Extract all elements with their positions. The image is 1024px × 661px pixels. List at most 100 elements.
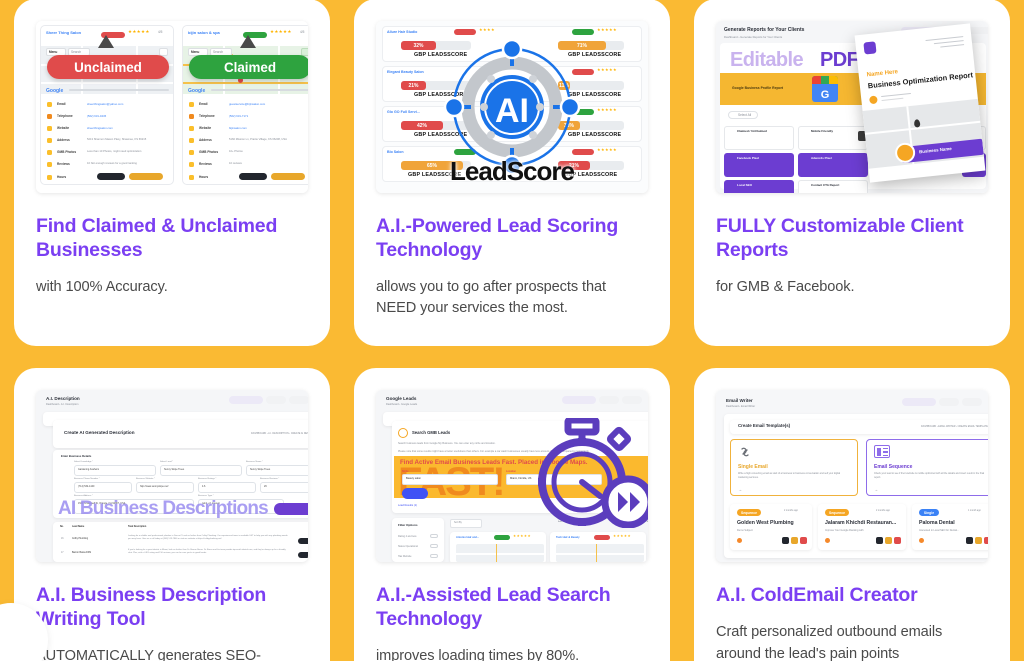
mini-nav-support[interactable] xyxy=(622,396,642,405)
mini-page-title: Email Writer xyxy=(726,398,753,404)
field-value: 26 xyxy=(264,485,267,489)
svg-text:AI: AI xyxy=(495,92,529,130)
google-brand-letter: G xyxy=(820,89,830,101)
google-logo-right: Google xyxy=(188,88,206,94)
mini-nav-my-acc[interactable] xyxy=(266,396,286,405)
field-label: Business Name * xyxy=(246,461,263,464)
mini-closed-button-left[interactable] xyxy=(97,173,125,180)
search-button[interactable] xyxy=(402,488,428,500)
mini-nav-ai-credits[interactable] xyxy=(562,396,596,405)
mini-card-title: Create Email Template(s) xyxy=(738,423,791,429)
template-edit-button[interactable] xyxy=(975,537,982,545)
table-cell-description: If you're looking for a great dentist in… xyxy=(128,549,286,555)
mini-nav-my-acc[interactable] xyxy=(939,398,959,407)
table-header: Lead Name xyxy=(72,526,85,529)
filter-toggle[interactable] xyxy=(430,544,438,549)
mini-card-title: Search GMB Leads xyxy=(412,430,451,436)
mini-add-to-leads-button-left[interactable] xyxy=(129,173,163,180)
report-option-tile-active[interactable] xyxy=(724,180,794,193)
feature-card-ai-assisted-lead-search-technology[interactable]: Google Leads Dashboard › Google Leads Se… xyxy=(354,368,670,661)
table-cell-lead: Colby Plumbing xyxy=(72,538,89,541)
mini-rating-stars-left: ★★★★★ xyxy=(128,29,150,34)
feature-card-find-claimed-unclaimed-businesses[interactable]: Sheer Thing Salon ★★★★★ 4/5 Menu Search xyxy=(14,0,330,347)
template-subject: Interested in Local SEO for Dental... xyxy=(919,529,960,533)
lead-name: Blo Salon xyxy=(387,150,404,154)
mini-nav-ai-credits[interactable] xyxy=(229,396,263,405)
google-business-profile-icon: G xyxy=(812,76,838,102)
mini-nav-ai-credits[interactable] xyxy=(902,398,936,407)
field-value: (714) 532-1440 xyxy=(78,485,95,489)
mini-closed-button-right[interactable] xyxy=(239,173,267,180)
location-input-value: Miami, Florida, US xyxy=(510,477,532,481)
table-header: Task Description xyxy=(128,526,147,529)
result-card-name: Tash Hair & Beauty xyxy=(556,536,580,540)
feature-description: AUTOMATICALLY generates SEO-optimized bu… xyxy=(36,647,261,661)
feature-description: with 100% Accuracy. xyxy=(36,278,168,295)
lead-rating-stars-right: ★★★★★ xyxy=(597,67,617,72)
mini-breadcrumb: Dashboard › A.I. Description xyxy=(46,403,79,407)
template-age: 1 month ago xyxy=(968,510,981,513)
template-subject: Demo Subject xyxy=(737,529,753,533)
business-ratings-field[interactable] xyxy=(198,482,256,494)
template-age: 2 months ago xyxy=(876,510,890,513)
field-value: Sunny Slope Trees xyxy=(250,468,271,472)
feature-card-fully-customizable-client-reports[interactable]: Generate Reports for Your Clients Dashbo… xyxy=(694,0,1010,347)
template-edit-button[interactable] xyxy=(791,537,798,545)
lead-score-bar: 21% xyxy=(401,81,426,90)
feature-title: A.I. Business Description Writing Tool xyxy=(36,584,267,631)
result-card-stars: ★★★★★ xyxy=(613,534,632,539)
template-delete-button[interactable] xyxy=(800,537,807,545)
feature-card-ai-coldemail-creator[interactable]: Email Writer Dashboard › Email Writer Hi… xyxy=(694,368,1010,661)
niche-input-value: Beauty salon xyxy=(406,477,421,481)
template-view-button[interactable] xyxy=(966,537,973,545)
lead-rating-stars-right: ★★★★★ xyxy=(597,27,617,32)
template-tag: Single xyxy=(919,509,939,516)
template-delete-button[interactable] xyxy=(984,537,988,545)
filter-toggle[interactable] xyxy=(430,554,438,559)
field-value: Sunny Slope Trees xyxy=(164,468,185,472)
mini-nav-my-acc[interactable] xyxy=(599,396,619,405)
pointer-triangle-right xyxy=(240,35,256,48)
template-view-button[interactable] xyxy=(782,537,789,545)
mini-breadcrumb: Dashboard › Generate Reports for Your Cl… xyxy=(724,35,783,39)
template-view-button[interactable] xyxy=(876,537,883,545)
thumbnail-google-leads-fast-search-screenshot: Google Leads Dashboard › Google Leads Se… xyxy=(376,390,648,563)
mini-page-title: Google Leads xyxy=(386,396,417,402)
feature-card-ai-business-description-writing-tool[interactable]: A.I. Description Dashboard › A.I. Descri… xyxy=(14,368,330,661)
select-all-label: Select All xyxy=(738,113,752,117)
business-reviews-field[interactable] xyxy=(260,482,308,494)
report-type-label: Google Business Profile Report xyxy=(732,86,784,90)
edit-button[interactable] xyxy=(298,538,308,545)
mini-listing-panel-right: bijin salon & spa ★★★★★ 4/5 Menu Search … xyxy=(182,25,308,185)
generate-description-button[interactable] xyxy=(274,503,308,516)
mini-breadcrumb: Dashboard › Google Leads xyxy=(386,403,418,407)
feature-title: FULLY Customizable Client Reports xyxy=(716,215,964,261)
stopwatch-icon xyxy=(536,416,648,533)
report-option-tile-active[interactable] xyxy=(798,153,868,177)
email-sequence-title: Email Sequence xyxy=(874,464,913,471)
load-results-link[interactable]: Load Results (1) xyxy=(398,504,417,507)
search-field-label: Niche xyxy=(402,470,409,474)
template-name: Paloma Dental xyxy=(919,520,955,527)
mini-nav-support[interactable] xyxy=(289,396,308,405)
field-label: Business Address * xyxy=(74,495,93,498)
feature-description: improves loading times by 80%. xyxy=(376,647,580,661)
feature-card-ai-powered-lead-scoring-technology[interactable]: Allure Hair Studio ★★★★ 32% GBP LEADSSCO… xyxy=(354,0,670,347)
result-card-name: Antonio Hair and... xyxy=(456,536,480,540)
template-delete-button[interactable] xyxy=(894,537,901,545)
field-label: Business Ratings * xyxy=(198,478,217,481)
edit-button[interactable] xyxy=(298,552,308,559)
mini-nav-support[interactable] xyxy=(962,398,982,407)
filter-toggle[interactable] xyxy=(430,534,438,539)
single-email-title: Single Email xyxy=(738,464,768,471)
feature-description: allows you to go after prospects that NE… xyxy=(376,278,606,317)
mini-page-title: Generate Reports for Your Clients xyxy=(724,27,805,33)
mini-rating-stars-right: ★★★★★ xyxy=(270,29,292,34)
mini-add-to-leads-button-right[interactable] xyxy=(271,173,305,180)
report-option-tile-active[interactable] xyxy=(724,153,794,177)
feature-description: for GMB & Facebook. xyxy=(716,278,855,295)
result-card-badge xyxy=(594,535,610,541)
mini-results-table xyxy=(53,522,308,563)
single-email-arrow: → xyxy=(738,487,742,493)
template-edit-button[interactable] xyxy=(885,537,892,545)
